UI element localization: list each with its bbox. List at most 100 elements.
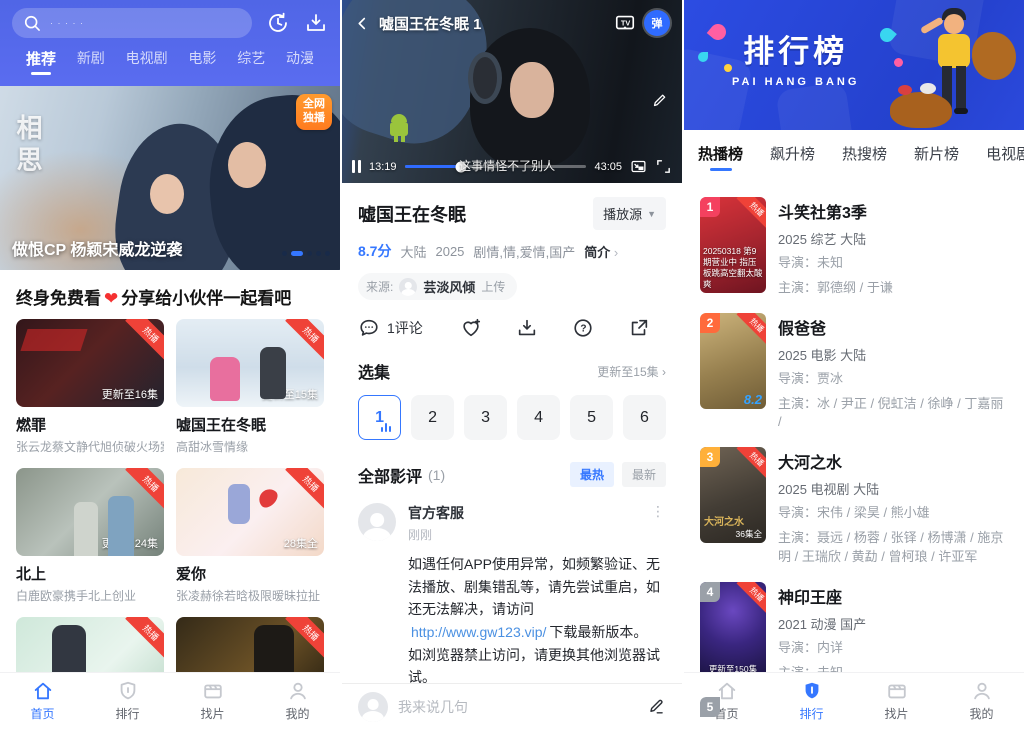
download-icon[interactable] xyxy=(516,317,538,339)
share-icon[interactable] xyxy=(628,317,650,339)
pip-icon[interactable] xyxy=(630,158,647,175)
favorite-heart-icon[interactable] xyxy=(460,317,482,339)
chevron-down-icon: ▼ xyxy=(647,209,656,219)
video-card[interactable]: 热播 更新至16集 燃罪 张云龙蔡文静代旭侦破火场案件 xyxy=(16,319,164,455)
tab-recommend[interactable]: 推荐 xyxy=(26,48,56,79)
hot-ribbon: 热播 xyxy=(125,617,164,658)
video-player[interactable]: 嘘国王在冬眠 1 TV 弹 13:19 这事情怪不了别人 43:05 xyxy=(342,0,682,183)
tab-new-drama[interactable]: 新剧 xyxy=(77,48,105,79)
nav-ranking[interactable]: 排行 xyxy=(769,673,854,729)
download-link[interactable]: http://www.gw123.vip/ xyxy=(411,624,546,640)
episode-button-2[interactable]: 2 xyxy=(411,395,454,440)
intro-link[interactable]: 简介 › xyxy=(584,242,618,261)
year: 2025 xyxy=(435,244,464,259)
home-bottom-nav: 首页 排行 找片 我的 xyxy=(0,672,340,729)
tab-movies[interactable]: 电影 xyxy=(188,48,216,79)
write-pen-icon[interactable] xyxy=(647,697,666,716)
film-icon xyxy=(886,680,908,702)
tab-hot-list[interactable]: 热播榜 xyxy=(698,143,743,176)
comment-input-bar[interactable]: 我来说几句 xyxy=(342,683,682,729)
episode-button-6[interactable]: 6 xyxy=(623,395,666,440)
hero-caption: 做恨CP 杨颖宋威龙逆袭 xyxy=(12,236,182,260)
update-status[interactable]: 更新至15集 › xyxy=(597,363,666,380)
home-icon xyxy=(32,680,54,702)
current-time: 13:19 xyxy=(369,161,397,173)
rank-number-badge: 2 xyxy=(700,313,720,333)
episode-button-5[interactable]: 5 xyxy=(570,395,613,440)
nav-home[interactable]: 首页 xyxy=(684,673,769,729)
tab-tv-list[interactable]: 电视剧 xyxy=(986,143,1024,176)
total-time: 43:05 xyxy=(594,161,622,173)
back-icon[interactable] xyxy=(354,15,371,32)
tab-anime[interactable]: 动漫 xyxy=(286,48,314,79)
rank-cast: 主演：聂远 / 杨蓉 / 张铎 / 杨博潇 / 施京明 / 王瑞欣 / 黄勐 /… xyxy=(778,529,1008,567)
poster-score: 8.2 xyxy=(744,392,762,407)
edit-danmaku-icon[interactable] xyxy=(651,92,668,109)
commenter-avatar xyxy=(358,503,396,541)
tab-search-list[interactable]: 热搜榜 xyxy=(842,143,887,176)
comment-time: 刚刚 xyxy=(408,526,666,543)
episode-button-1[interactable]: 1 xyxy=(358,395,401,440)
pause-icon[interactable] xyxy=(352,160,361,173)
help-icon[interactable]: ? xyxy=(572,317,594,339)
progress-bar[interactable]: 这事情怪不了别人 xyxy=(405,165,587,168)
rank-title: 假爸爸 xyxy=(778,315,1008,339)
rank-cast: 主演：冰 / 尹正 / 倪虹洁 / 徐峥 / 丁嘉丽 / xyxy=(778,395,1008,433)
hero-banner[interactable]: 相思 全网 独播 做恨CP 杨颖宋威龙逆袭 xyxy=(0,86,340,270)
episodes-header: 选集 xyxy=(358,359,390,383)
video-card[interactable]: 热播 28集全 爱你 张凌赫徐若晗极限暧昧拉扯 xyxy=(176,468,324,604)
rank-meta: 2021 动漫 国产 xyxy=(778,614,1008,633)
tab-new-list[interactable]: 新片榜 xyxy=(914,143,959,176)
hero-calligraphy: 相思 xyxy=(10,114,47,178)
rank-item-4[interactable]: 4 热播 更新至150集 神印王座 2021 动漫 国产 导演：内详 主演：未知 xyxy=(700,582,1008,683)
hot-ribbon: 热播 xyxy=(125,468,164,509)
ranking-subtitle: PAI HANG BANG xyxy=(732,76,859,88)
nav-profile[interactable]: 我的 xyxy=(939,673,1024,729)
video-card[interactable]: 热播 更新至15集 嘘国王在冬眠 高甜冰雪情缘 xyxy=(176,319,324,455)
rank-poster: 4 热播 更新至150集 xyxy=(700,582,766,678)
nav-find[interactable]: 找片 xyxy=(854,673,939,729)
search-input[interactable]: · · · · · xyxy=(12,8,252,38)
hot-ribbon: 热播 xyxy=(736,313,766,346)
region: 大陆 xyxy=(400,242,426,261)
cast-tv-icon[interactable]: TV xyxy=(614,12,636,34)
rank-director: 导演：贾冰 xyxy=(778,370,1008,389)
card-desc: 高甜冰雪情缘 xyxy=(176,438,324,455)
reviews-header: 全部影评 xyxy=(358,463,422,487)
video-card[interactable]: 热播 更新至24集 北上 白鹿欧豪携手北上创业 xyxy=(16,468,164,604)
ranking-banner: 排行榜 PAI HANG BANG xyxy=(684,0,1024,130)
nav-find[interactable]: 找片 xyxy=(170,673,255,729)
danmaku-toggle-icon[interactable]: 弹 xyxy=(644,10,670,36)
uploader-avatar xyxy=(399,278,417,296)
player-controls: 13:19 这事情怪不了别人 43:05 xyxy=(342,158,682,175)
tab-variety[interactable]: 综艺 xyxy=(237,48,265,79)
nav-profile[interactable]: 我的 xyxy=(255,673,340,729)
episode-button-4[interactable]: 4 xyxy=(517,395,560,440)
rank-poster: 3 热播 大河之水 36集全 xyxy=(700,447,766,543)
video-title: 嘘国王在冬眠 xyxy=(358,201,466,227)
download-manager-icon[interactable] xyxy=(304,11,328,35)
uploader-pill[interactable]: 来源: 芸淡风倾 上传 xyxy=(358,273,517,300)
nav-ranking[interactable]: 排行 xyxy=(85,673,170,729)
detail-screen: 嘘国王在冬眠 1 TV 弹 13:19 这事情怪不了别人 43:05 xyxy=(342,0,682,729)
danmaku-text: 这事情怪不了别人 xyxy=(459,157,555,174)
sort-hottest-button[interactable]: 最热 xyxy=(570,462,614,487)
sort-newest-button[interactable]: 最新 xyxy=(622,462,666,487)
rank-item-3[interactable]: 3 热播 大河之水 36集全 大河之水 2025 电视剧 大陆 导演：宋伟 / … xyxy=(700,447,1008,567)
rank-number-badge: 4 xyxy=(700,582,720,602)
hot-ribbon: 热播 xyxy=(736,197,766,230)
comment-count-button[interactable]: 1评论 xyxy=(358,317,423,339)
rank-item-1[interactable]: 1 热播 20250318 第9期营业中 指压板跳高空翻太酸爽 斗笑社第3季 2… xyxy=(700,197,1008,298)
tab-tv-series[interactable]: 电视剧 xyxy=(126,48,168,79)
rank-item-2[interactable]: 2 热播 8.2 假爸爸 2025 电影 大陆 导演：贾冰 主演：冰 / 尹正 … xyxy=(700,313,1008,433)
tab-rising-list[interactable]: 飙升榜 xyxy=(770,143,815,176)
episode-button-3[interactable]: 3 xyxy=(464,395,507,440)
fullscreen-icon[interactable] xyxy=(655,158,672,175)
more-options-icon[interactable]: ⋮ xyxy=(651,503,666,520)
history-icon[interactable] xyxy=(266,11,290,35)
nav-home[interactable]: 首页 xyxy=(0,673,85,729)
carousel-dots[interactable] xyxy=(282,251,330,256)
rank-director: 导演：未知 xyxy=(778,254,1008,273)
rating: 8.7分 xyxy=(358,241,391,261)
play-source-button[interactable]: 播放源▼ xyxy=(593,197,666,230)
